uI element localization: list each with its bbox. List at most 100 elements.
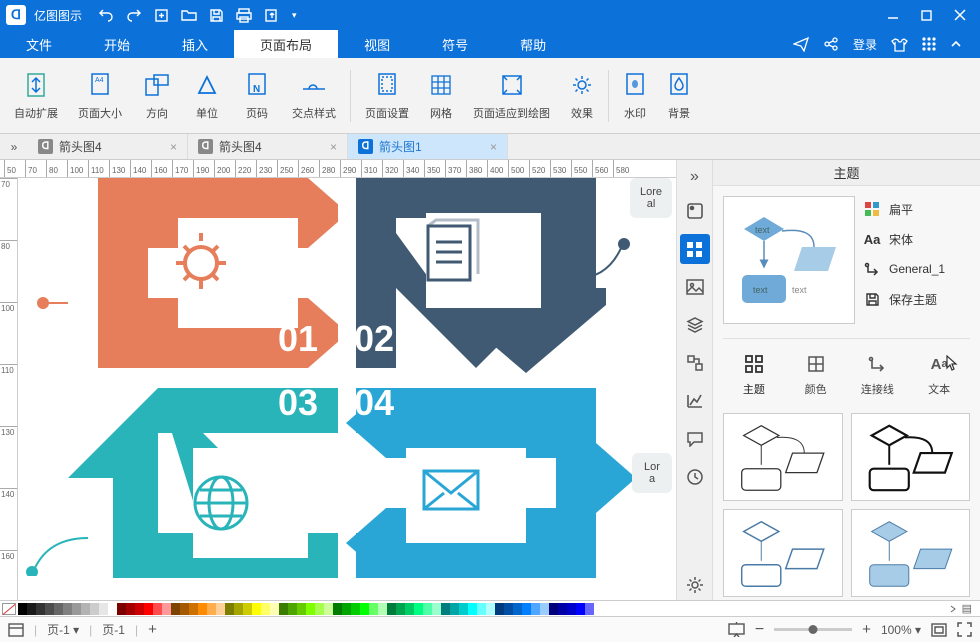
print-icon[interactable] — [236, 8, 252, 23]
side-layers-icon[interactable] — [680, 310, 710, 340]
color-swatch[interactable] — [198, 603, 207, 615]
ribbon-unit[interactable]: 单位 — [182, 64, 232, 128]
qat-dropdown-icon[interactable]: ▾ — [292, 10, 297, 21]
ribbon-effect[interactable]: 效果 — [560, 64, 604, 128]
tabs-scroll-left-icon[interactable]: » — [0, 134, 28, 159]
document-tab-active[interactable]: ᗡ 箭头图1 × — [348, 134, 508, 159]
color-swatch[interactable] — [504, 603, 513, 615]
side-collapse-icon[interactable]: » — [680, 166, 710, 188]
color-swatch[interactable] — [189, 603, 198, 615]
color-swatch[interactable] — [216, 603, 225, 615]
color-swatch[interactable] — [513, 603, 522, 615]
close-icon[interactable] — [954, 9, 966, 21]
tab-close-icon[interactable]: × — [170, 140, 177, 154]
color-swatch[interactable] — [486, 603, 495, 615]
side-history-icon[interactable] — [680, 462, 710, 492]
colorbar-scroll-icon[interactable] — [948, 604, 958, 614]
color-swatch[interactable] — [549, 603, 558, 615]
color-swatch[interactable] — [333, 603, 342, 615]
theme-thumbnail[interactable] — [723, 509, 843, 597]
new-icon[interactable] — [154, 8, 169, 23]
color-swatch[interactable] — [288, 603, 297, 615]
color-swatch[interactable] — [522, 603, 531, 615]
ribbon-page-number[interactable]: N页码 — [232, 64, 282, 128]
color-swatch[interactable] — [315, 603, 324, 615]
category-color[interactable]: 颜色 — [785, 349, 847, 401]
ribbon-auto-expand[interactable]: 自动扩展 — [4, 64, 68, 128]
open-icon[interactable] — [181, 8, 197, 22]
color-swatch[interactable] — [387, 603, 396, 615]
color-swatch[interactable] — [81, 603, 90, 615]
tab-close-icon[interactable]: × — [490, 140, 497, 154]
color-swatch[interactable] — [234, 603, 243, 615]
send-icon[interactable] — [793, 36, 809, 52]
zoom-value[interactable]: 100% ▾ — [881, 623, 921, 637]
color-swatch[interactable] — [477, 603, 486, 615]
color-swatch[interactable] — [144, 603, 153, 615]
ribbon-page-size[interactable]: A4页面大小 — [68, 64, 132, 128]
ribbon-page-setup[interactable]: 页面设置 — [355, 64, 419, 128]
menu-symbol[interactable]: 符号 — [416, 30, 494, 58]
color-swatch[interactable] — [108, 603, 117, 615]
color-swatch[interactable] — [252, 603, 261, 615]
side-settings-icon[interactable] — [680, 570, 710, 600]
undo-icon[interactable] — [98, 7, 114, 23]
color-swatch[interactable] — [270, 603, 279, 615]
page-tab[interactable]: 页-1 — [102, 621, 125, 638]
export-icon[interactable] — [264, 8, 280, 23]
maximize-icon[interactable] — [921, 10, 932, 21]
color-swatch[interactable] — [459, 603, 468, 615]
color-swatch[interactable] — [162, 603, 171, 615]
outline-icon[interactable] — [8, 623, 24, 637]
menu-page-layout[interactable]: 页面布局 — [234, 30, 338, 58]
color-swatch[interactable] — [342, 603, 351, 615]
theme-preview[interactable]: text text text — [723, 196, 855, 324]
zoom-slider[interactable] — [774, 628, 852, 631]
color-swatch[interactable] — [297, 603, 306, 615]
color-swatch[interactable] — [117, 603, 126, 615]
color-swatch[interactable] — [396, 603, 405, 615]
page-selector[interactable]: 页-1 ▾ — [47, 621, 79, 638]
theme-thumbnail[interactable] — [851, 413, 971, 501]
color-swatch[interactable] — [423, 603, 432, 615]
color-swatch[interactable] — [576, 603, 585, 615]
menu-help[interactable]: 帮助 — [494, 30, 572, 58]
color-swatch[interactable] — [468, 603, 477, 615]
collapse-ribbon-icon[interactable] — [950, 38, 962, 50]
redo-icon[interactable] — [126, 7, 142, 23]
ribbon-watermark[interactable]: 水印 — [613, 64, 657, 128]
color-swatch[interactable] — [36, 603, 45, 615]
theme-style-row[interactable]: 扁平 — [863, 200, 970, 218]
colorbar-menu-icon[interactable]: ▤ — [962, 602, 972, 615]
tshirt-icon[interactable] — [891, 37, 908, 52]
color-swatch[interactable] — [540, 603, 549, 615]
color-swatch[interactable] — [18, 603, 27, 615]
menu-file[interactable]: 文件 — [0, 30, 78, 58]
color-swatch[interactable] — [324, 603, 333, 615]
ribbon-grid[interactable]: 网格 — [419, 64, 463, 128]
minimize-icon[interactable] — [887, 9, 899, 21]
fit-page-icon[interactable] — [931, 623, 947, 637]
color-swatch[interactable] — [351, 603, 360, 615]
color-swatch[interactable] — [567, 603, 576, 615]
color-swatch[interactable] — [405, 603, 414, 615]
ribbon-orientation[interactable]: 方向 — [132, 64, 182, 128]
category-text[interactable]: Aa 文本 — [908, 349, 970, 401]
ribbon-junction-style[interactable]: 交点样式 — [282, 64, 346, 128]
color-swatch[interactable] — [171, 603, 180, 615]
login-link[interactable]: 登录 — [853, 36, 877, 53]
presentation-icon[interactable] — [728, 622, 745, 637]
color-swatch[interactable] — [126, 603, 135, 615]
color-swatch[interactable] — [99, 603, 108, 615]
color-swatch[interactable] — [63, 603, 72, 615]
document-tab[interactable]: ᗡ 箭头图4 × — [188, 134, 348, 159]
theme-connector-row[interactable]: General_1 — [863, 260, 970, 278]
theme-thumbnail[interactable] — [851, 509, 971, 597]
side-chart-icon[interactable] — [680, 386, 710, 416]
theme-thumbnail[interactable] — [723, 413, 843, 501]
menu-insert[interactable]: 插入 — [156, 30, 234, 58]
color-swatch[interactable] — [441, 603, 450, 615]
ribbon-fit-to-drawing[interactable]: 页面适应到绘图 — [463, 64, 560, 128]
zoom-in-icon[interactable]: + — [862, 621, 871, 638]
color-swatch[interactable] — [450, 603, 459, 615]
